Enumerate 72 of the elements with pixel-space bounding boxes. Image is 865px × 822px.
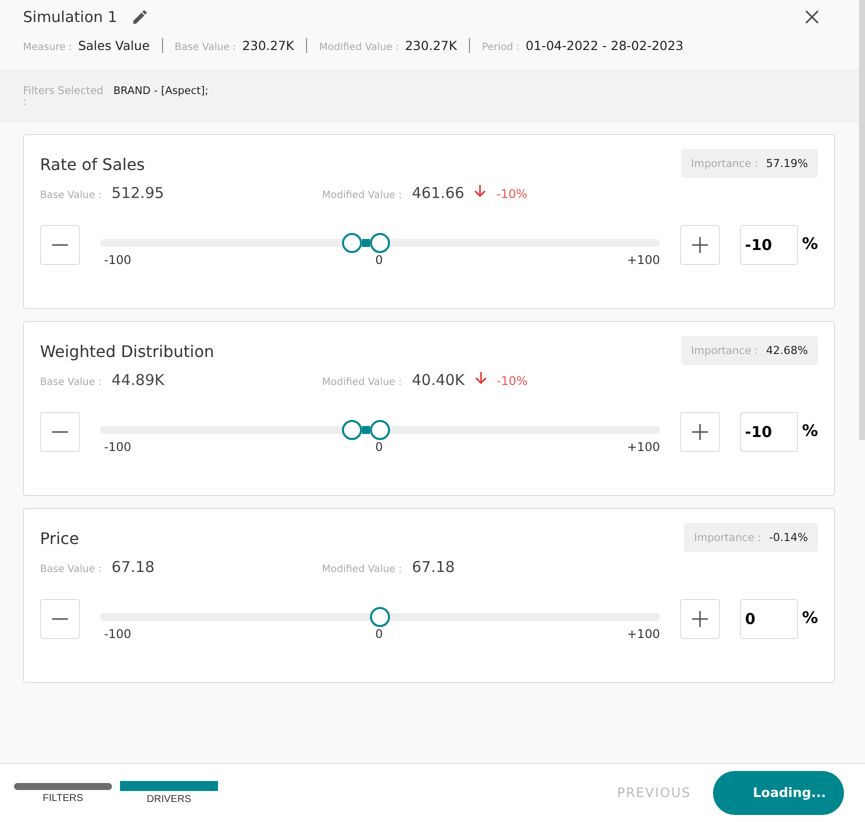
importance-value: 42.68% (766, 344, 808, 357)
filters-colon: : (23, 97, 28, 108)
importance-label: Importance : (691, 158, 758, 170)
percent-unit: % (802, 421, 818, 440)
importance-label: Importance : (691, 345, 758, 357)
meta-value: 01-04-2022 - 28-02-2023 (526, 38, 684, 53)
slider-thumb[interactable] (342, 233, 362, 253)
slider-origin-thumb[interactable] (370, 233, 390, 253)
modified-value-label: Modified Value : (322, 190, 402, 201)
slider-track[interactable] (100, 233, 660, 253)
minus-icon (52, 244, 68, 246)
pencil-icon[interactable] (131, 8, 150, 26)
slider-max-label: +100 (627, 627, 660, 641)
importance-value: -0.14% (769, 531, 808, 544)
increase-button[interactable] (680, 412, 720, 452)
slider-min-label: -100 (104, 627, 132, 641)
modified-value: 461.66 (412, 184, 464, 202)
percent-unit: % (802, 234, 818, 253)
slider-track[interactable] (100, 607, 660, 627)
close-button[interactable] (804, 9, 820, 25)
slider-min-label: -100 (104, 440, 132, 454)
importance-label: Importance : (694, 532, 762, 544)
percent-input[interactable]: 0 (740, 599, 798, 639)
change-value: -10% (496, 187, 528, 201)
meta-value: 230.27K (242, 38, 294, 53)
slider-thumb[interactable] (370, 607, 390, 627)
meta-label: Base Value : (174, 42, 236, 53)
slider-mid-label: 0 (375, 627, 383, 641)
meta-label: Modified Value : (319, 42, 399, 53)
step-tab[interactable]: FILTERS (14, 782, 112, 804)
base-value: 67.18 (112, 558, 154, 576)
minus-icon (52, 431, 68, 433)
increase-button[interactable] (680, 225, 720, 265)
driver-name: Rate of Sales (40, 155, 145, 174)
plus-icon (692, 237, 708, 253)
percent-input[interactable]: -10 (740, 412, 798, 452)
base-value: 44.89K (112, 371, 164, 389)
loading-button[interactable]: Loading... (712, 771, 844, 815)
modified-value-label: Modified Value : (322, 564, 402, 575)
importance-value: 57.19% (766, 157, 808, 170)
filters-label: Filters Selected (23, 85, 104, 97)
filters-value: BRAND - [Aspect]; (113, 85, 208, 97)
base-value-label: Base Value : (40, 190, 102, 201)
modified-value: 40.40K (412, 371, 465, 389)
slider-origin-thumb[interactable] (370, 420, 390, 440)
plus-icon (692, 424, 708, 440)
step-tab[interactable]: DRIVERS (120, 781, 218, 805)
slider-mid-label: 0 (375, 440, 383, 454)
driver-name: Price (40, 529, 80, 548)
slider-mid-label: 0 (375, 253, 383, 267)
meta-label: Period : (482, 42, 520, 53)
slider-min-label: -100 (104, 253, 132, 267)
meta-value: Sales Value (78, 38, 150, 53)
simulation-title: Simulation 1 (23, 8, 118, 26)
base-value-label: Base Value : (40, 564, 102, 575)
slider-track[interactable] (100, 420, 660, 440)
base-value: 512.95 (112, 184, 164, 202)
slider-max-label: +100 (627, 440, 660, 454)
driver-name: Weighted Distribution (40, 342, 214, 361)
slider-max-label: +100 (627, 253, 660, 267)
percent-unit: % (802, 608, 818, 627)
increase-button[interactable] (680, 599, 720, 639)
meta-label: Measure : (23, 42, 72, 53)
base-value-label: Base Value : (40, 377, 102, 388)
plus-icon (692, 611, 708, 627)
meta-value: 230.27K (404, 38, 457, 53)
modified-value: 67.18 (412, 558, 455, 576)
modified-value-label: Modified Value : (322, 377, 402, 388)
slider-thumb[interactable] (342, 420, 362, 440)
change-value: -10% (496, 374, 528, 388)
percent-input[interactable]: -10 (740, 225, 798, 265)
minus-icon (52, 618, 68, 620)
